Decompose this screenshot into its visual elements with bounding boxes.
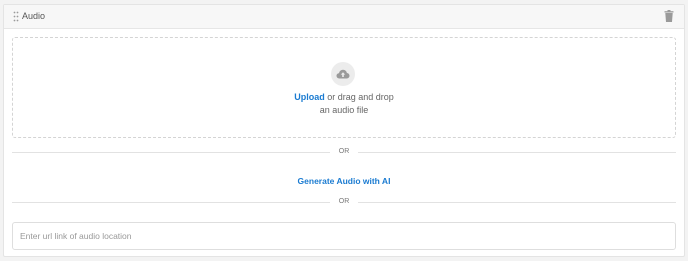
upload-button[interactable] [331, 62, 355, 86]
trash-icon[interactable] [664, 10, 674, 22]
or-label: OR [338, 198, 350, 205]
or-divider: OR [12, 147, 676, 157]
card-header: Audio [4, 5, 684, 29]
drag-handle-icon[interactable] [13, 11, 19, 22]
card-title: Audio [22, 11, 46, 21]
or-label: OR [338, 148, 350, 155]
cloud-upload-icon [336, 69, 350, 79]
dropzone-instruction: or drag and drop [324, 92, 394, 102]
upload-link[interactable]: Upload [294, 92, 325, 102]
audio-card: Audio Upload or drag and drop an audio f… [3, 4, 685, 257]
audio-dropzone[interactable]: Upload or drag and drop an audio file [12, 37, 676, 138]
or-divider: OR [12, 197, 676, 207]
dropzone-text-line1: Upload or drag and drop [13, 92, 675, 102]
dropzone-text-line2: an audio file [319, 105, 369, 115]
audio-url-input[interactable] [12, 222, 676, 250]
generate-audio-ai-button[interactable]: Generate Audio with AI [4, 176, 684, 186]
